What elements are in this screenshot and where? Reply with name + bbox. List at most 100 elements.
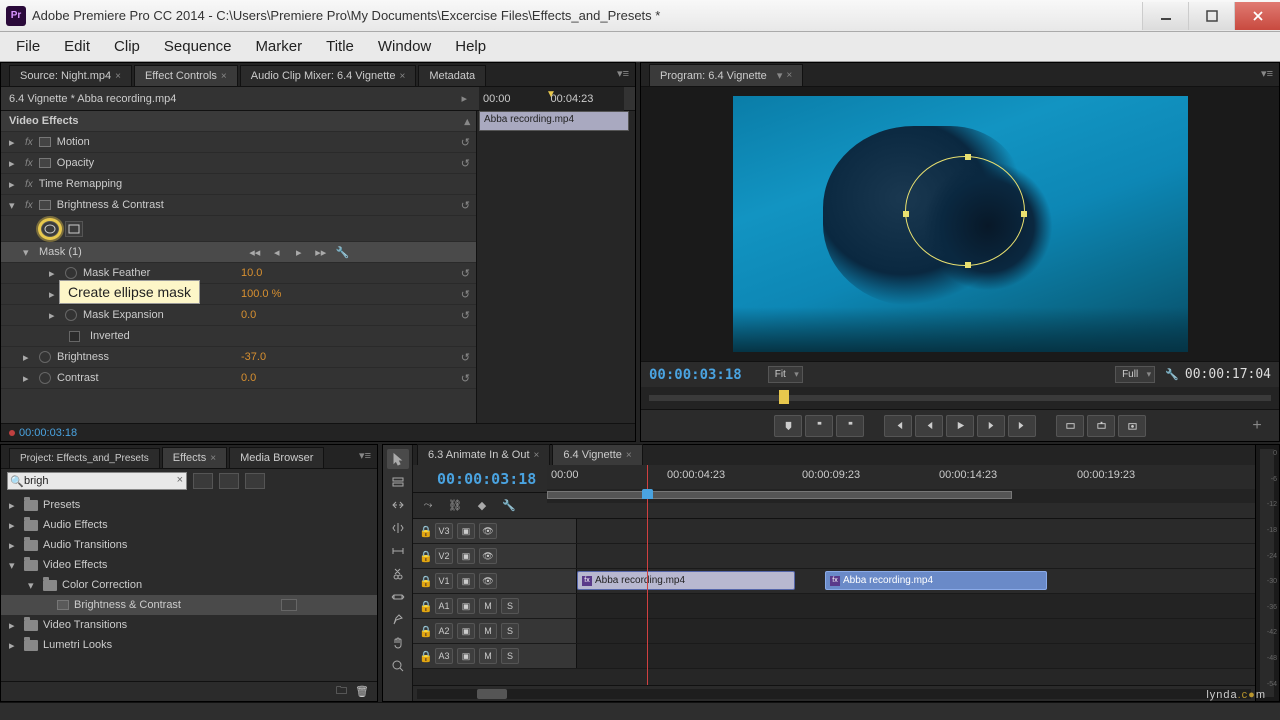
timecode[interactable]: 00:00:03:18 xyxy=(19,427,77,439)
tab-sequence-2[interactable]: 6.4 Vignette× xyxy=(552,444,642,465)
selection-tool[interactable] xyxy=(387,449,409,469)
step-back-button[interactable] xyxy=(915,415,943,437)
panel-menu-icon[interactable]: ▾≡ xyxy=(1261,67,1273,80)
clear-icon[interactable]: × xyxy=(177,474,183,486)
rolling-edit-tool[interactable] xyxy=(387,518,409,538)
panel-menu-icon[interactable]: ▾≡ xyxy=(617,67,629,80)
pen-tool[interactable] xyxy=(387,610,409,630)
toggle-sync-button[interactable]: 👁 xyxy=(479,548,497,564)
tab-sequence-1[interactable]: 6.3 Animate In & Out× xyxy=(417,444,550,465)
close-icon[interactable]: × xyxy=(399,71,405,82)
solo-button[interactable]: S xyxy=(501,648,519,664)
tab-audio-mixer[interactable]: Audio Clip Mixer: 6.4 Vignette× xyxy=(240,65,417,86)
stopwatch-icon[interactable] xyxy=(65,309,77,321)
menu-sequence[interactable]: Sequence xyxy=(154,34,242,59)
wrench-icon[interactable]: 🔧 xyxy=(1165,368,1179,381)
solo-button[interactable]: S xyxy=(501,598,519,614)
lock-icon[interactable]: 🔒 xyxy=(419,575,431,588)
track-fwd-icon[interactable]: ▸▸ xyxy=(314,245,328,259)
timeline-ruler[interactable]: 00:00 00:00:04:23 00:00:09:23 00:00:14:2… xyxy=(547,465,1275,489)
tree-video-transitions[interactable]: ▸Video Transitions xyxy=(1,615,377,635)
filter-button-2[interactable] xyxy=(219,473,239,489)
lock-icon[interactable]: 🔒 xyxy=(419,550,431,563)
timeline-playhead[interactable] xyxy=(647,465,648,685)
step-back-icon[interactable]: ◂ xyxy=(270,245,284,259)
dropdown-icon[interactable]: ▾ xyxy=(777,69,783,82)
playhead-icon[interactable]: ▼ xyxy=(546,89,556,100)
toggle-output-button[interactable]: ▣ xyxy=(457,648,475,664)
tab-effects[interactable]: Effects× xyxy=(162,447,227,468)
reset-icon[interactable]: ↺ xyxy=(461,267,470,280)
tab-source[interactable]: Source: Night.mp4× xyxy=(9,65,132,86)
tree-lumetri[interactable]: ▸Lumetri Looks xyxy=(1,635,377,655)
menu-window[interactable]: Window xyxy=(368,34,441,59)
tree-audio-transitions[interactable]: ▸Audio Transitions xyxy=(1,535,377,555)
collapse-icon[interactable]: ▸ xyxy=(461,92,467,105)
effect-toggle-icon[interactable] xyxy=(39,200,51,210)
tree-video-effects[interactable]: ▾Video Effects xyxy=(1,555,377,575)
effect-motion[interactable]: ▸fxMotion↺ xyxy=(1,132,476,153)
close-button[interactable] xyxy=(1234,2,1280,30)
track-target-button[interactable]: A2 xyxy=(435,623,453,639)
tab-metadata[interactable]: Metadata xyxy=(418,65,486,86)
snap-button[interactable]: ⤳ xyxy=(416,496,440,516)
lock-icon[interactable]: 🔒 xyxy=(419,625,431,638)
close-icon[interactable]: × xyxy=(115,71,121,82)
play-icon[interactable]: ▸ xyxy=(292,245,306,259)
mask-item[interactable]: ▾Mask (1) ◂◂ ◂ ▸ ▸▸ 🔧 xyxy=(1,242,476,263)
tab-program[interactable]: Program: 6.4 Vignette▾× xyxy=(649,64,803,86)
section-video-effects[interactable]: Video Effects ▴ xyxy=(1,111,476,132)
timeline-timecode[interactable]: 00:00:03:18 xyxy=(437,470,536,488)
lock-icon[interactable]: 🔒 xyxy=(419,525,431,538)
menu-marker[interactable]: Marker xyxy=(245,34,312,59)
toggle-output-button[interactable]: ▣ xyxy=(457,573,475,589)
clip-item[interactable]: fxAbba recording.mp4 xyxy=(577,571,795,590)
filter-button-1[interactable] xyxy=(193,473,213,489)
mask-outline[interactable] xyxy=(905,156,1025,266)
scroll-thumb[interactable] xyxy=(477,689,507,699)
track-target-button[interactable]: V1 xyxy=(435,573,453,589)
toggle-sync-button[interactable]: 👁 xyxy=(479,573,497,589)
mute-button[interactable]: M xyxy=(479,648,497,664)
effect-time-remap[interactable]: ▸fxTime Remapping xyxy=(1,174,476,195)
mark-in-button[interactable] xyxy=(805,415,833,437)
reset-icon[interactable]: ↺ xyxy=(461,199,470,212)
filter-button-3[interactable] xyxy=(245,473,265,489)
close-icon[interactable]: × xyxy=(626,450,632,461)
rectangle-mask-button[interactable] xyxy=(65,221,83,237)
mask-handle[interactable] xyxy=(1021,211,1027,217)
tab-effect-controls[interactable]: Effect Controls× xyxy=(134,65,238,86)
panel-menu-icon[interactable]: ▾≡ xyxy=(359,449,371,462)
effect-opacity[interactable]: ▸fxOpacity↺ xyxy=(1,153,476,174)
stopwatch-icon[interactable] xyxy=(39,351,51,363)
collapse-icon[interactable]: ▴ xyxy=(464,115,470,128)
stopwatch-icon[interactable] xyxy=(65,267,77,279)
close-icon[interactable]: × xyxy=(210,453,216,464)
add-marker-button[interactable] xyxy=(774,415,802,437)
checkbox[interactable] xyxy=(69,331,80,342)
resolution-dropdown[interactable]: Full xyxy=(1115,366,1155,383)
slip-tool[interactable] xyxy=(387,587,409,607)
toggle-output-button[interactable]: ▣ xyxy=(457,623,475,639)
lock-icon[interactable]: 🔒 xyxy=(419,650,431,663)
linked-selection-button[interactable]: ⛓ xyxy=(443,496,467,516)
menu-clip[interactable]: Clip xyxy=(104,34,150,59)
track-select-tool[interactable] xyxy=(387,472,409,492)
wrench-icon[interactable]: 🔧 xyxy=(336,245,350,259)
track-target-button[interactable]: A1 xyxy=(435,598,453,614)
mask-handle[interactable] xyxy=(965,262,971,268)
effect-brightness-contrast[interactable]: ▾fxBrightness & Contrast↺ xyxy=(1,195,476,216)
zoom-dropdown[interactable]: Fit xyxy=(768,366,803,383)
reset-icon[interactable]: ↺ xyxy=(461,351,470,364)
search-input[interactable] xyxy=(8,473,186,489)
program-viewport[interactable] xyxy=(641,87,1279,361)
program-timecode-in[interactable]: 00:00:03:18 xyxy=(649,367,742,383)
close-icon[interactable]: × xyxy=(786,70,792,81)
button-editor-button[interactable]: + xyxy=(1243,415,1271,437)
close-icon[interactable]: × xyxy=(221,71,227,82)
playhead-icon[interactable] xyxy=(779,390,789,404)
effect-toggle-icon[interactable] xyxy=(39,137,51,147)
track-back-icon[interactable]: ◂◂ xyxy=(248,245,262,259)
mark-out-button[interactable] xyxy=(836,415,864,437)
tree-color-correction[interactable]: ▾Color Correction xyxy=(1,575,377,595)
